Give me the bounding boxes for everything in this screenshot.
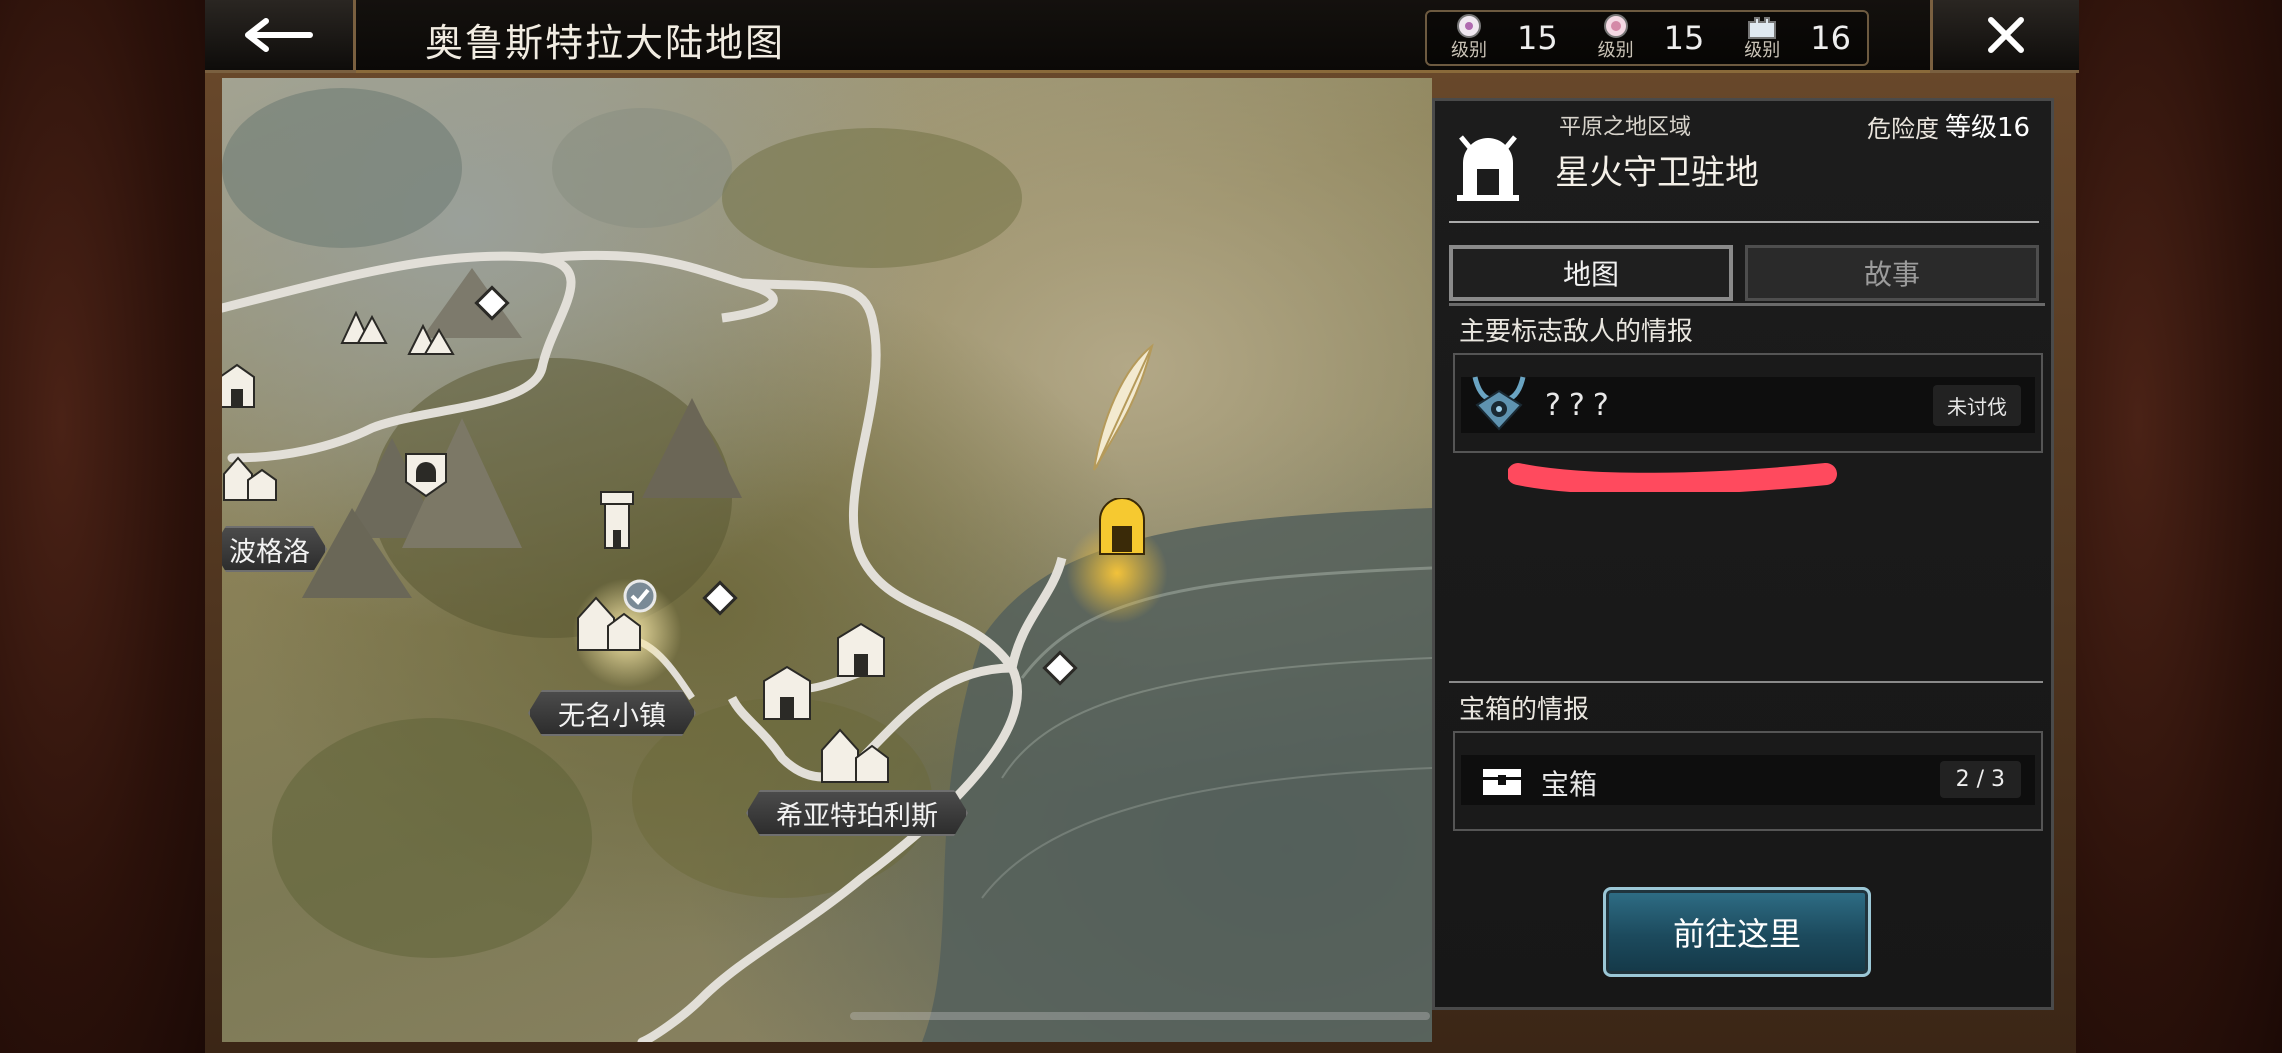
fortress-icon[interactable]	[222, 363, 258, 411]
village-icon[interactable]	[816, 718, 896, 786]
close-button[interactable]	[1930, 0, 2079, 73]
enemy-status-badge: 未讨伐	[1933, 384, 2021, 426]
chest-name: 宝箱	[1541, 768, 1598, 801]
village-icon[interactable]	[222, 448, 280, 504]
treasure-chest-icon	[1483, 769, 1521, 795]
stat-flower: 级别 15	[1590, 12, 1705, 64]
page-title: 奥鲁斯特拉大陆地图	[425, 21, 786, 65]
fortress-icon[interactable]	[760, 663, 814, 723]
castle-gate-icon[interactable]	[402, 444, 450, 500]
chest-count: 2 / 3	[1939, 761, 2021, 798]
stat-value: 15	[1663, 19, 1705, 57]
sakura-emblem-icon: 级别	[1443, 12, 1495, 64]
chest-section-title: 宝箱的情报	[1459, 695, 1590, 725]
red-marker-stroke	[1508, 463, 1837, 492]
go-here-button[interactable]: 前往这里	[1603, 887, 1871, 977]
map-label-nameless-town[interactable]: 无名小镇	[528, 690, 696, 736]
level-stats: 级别 15 级别 15 级别 16	[1425, 10, 1869, 66]
watchtower-icon[interactable]	[597, 490, 637, 552]
chest-row[interactable]: 宝箱 2 / 3	[1461, 755, 2035, 805]
stat-value: 16	[1810, 19, 1851, 57]
enemy-name: ???	[1545, 387, 1617, 423]
check-icon	[623, 579, 657, 613]
tab-story[interactable]: 故事	[1745, 245, 2039, 301]
enemy-row[interactable]: ??? 未讨伐	[1461, 376, 2035, 433]
close-icon	[1988, 17, 2024, 53]
guard-post-icon[interactable]	[1094, 498, 1150, 558]
mountain-camp-icon[interactable]	[407, 318, 457, 358]
fortress-icon[interactable]	[834, 620, 888, 680]
diamond-waypoint-icon[interactable]	[1040, 648, 1082, 690]
world-map[interactable]: 波格洛 无名小镇 希亚特珀利斯	[222, 78, 1432, 1042]
right-backdrop	[2076, 0, 2282, 1053]
back-button[interactable]	[205, 0, 356, 73]
back-arrow-icon	[245, 18, 313, 52]
region-name: 平原之地区域	[1559, 115, 1692, 140]
castle-emblem-icon: 级别	[1736, 12, 1788, 64]
divider	[1449, 681, 2043, 683]
chest-info-box: 宝箱 2 / 3	[1453, 731, 2043, 831]
location-name: 星火守卫驻地	[1555, 153, 1759, 193]
stat-value: 15	[1516, 19, 1558, 57]
diamond-waypoint-icon[interactable]	[700, 578, 740, 618]
enemy-info-box: ??? 未讨伐	[1453, 353, 2043, 453]
flower-emblem-icon: 级别	[1590, 12, 1642, 64]
tab-map[interactable]: 地图	[1449, 245, 1733, 301]
map-terrain	[222, 88, 1432, 1042]
map-label-bogelo[interactable]: 波格洛	[222, 526, 327, 572]
location-info-panel: 平原之地区域 危险度 等级16 星火守卫驻地 地图 故事 主要标志敌人的情报 ?…	[1432, 98, 2054, 1010]
stat-sakura: 级别 15	[1443, 12, 1558, 64]
tab-underline	[1449, 303, 2045, 306]
quill-icon	[1093, 343, 1154, 471]
guard-post-icon	[1457, 135, 1519, 201]
map-scroll-indicator[interactable]	[850, 1012, 1430, 1020]
left-backdrop	[0, 0, 205, 1053]
mountain-camp-icon[interactable]	[340, 303, 388, 347]
stat-castle: 级别 16	[1736, 12, 1851, 64]
danger-level: 等级16	[1945, 113, 2031, 143]
enemy-section-title: 主要标志敌人的情报	[1459, 317, 1694, 347]
horned-enemy-icon	[1472, 376, 1526, 431]
danger-label: 危险度	[1867, 115, 1939, 143]
divider	[1449, 221, 2039, 223]
diamond-waypoint-icon[interactable]	[472, 283, 514, 325]
map-label-xiyatepolis[interactable]: 希亚特珀利斯	[746, 790, 968, 836]
